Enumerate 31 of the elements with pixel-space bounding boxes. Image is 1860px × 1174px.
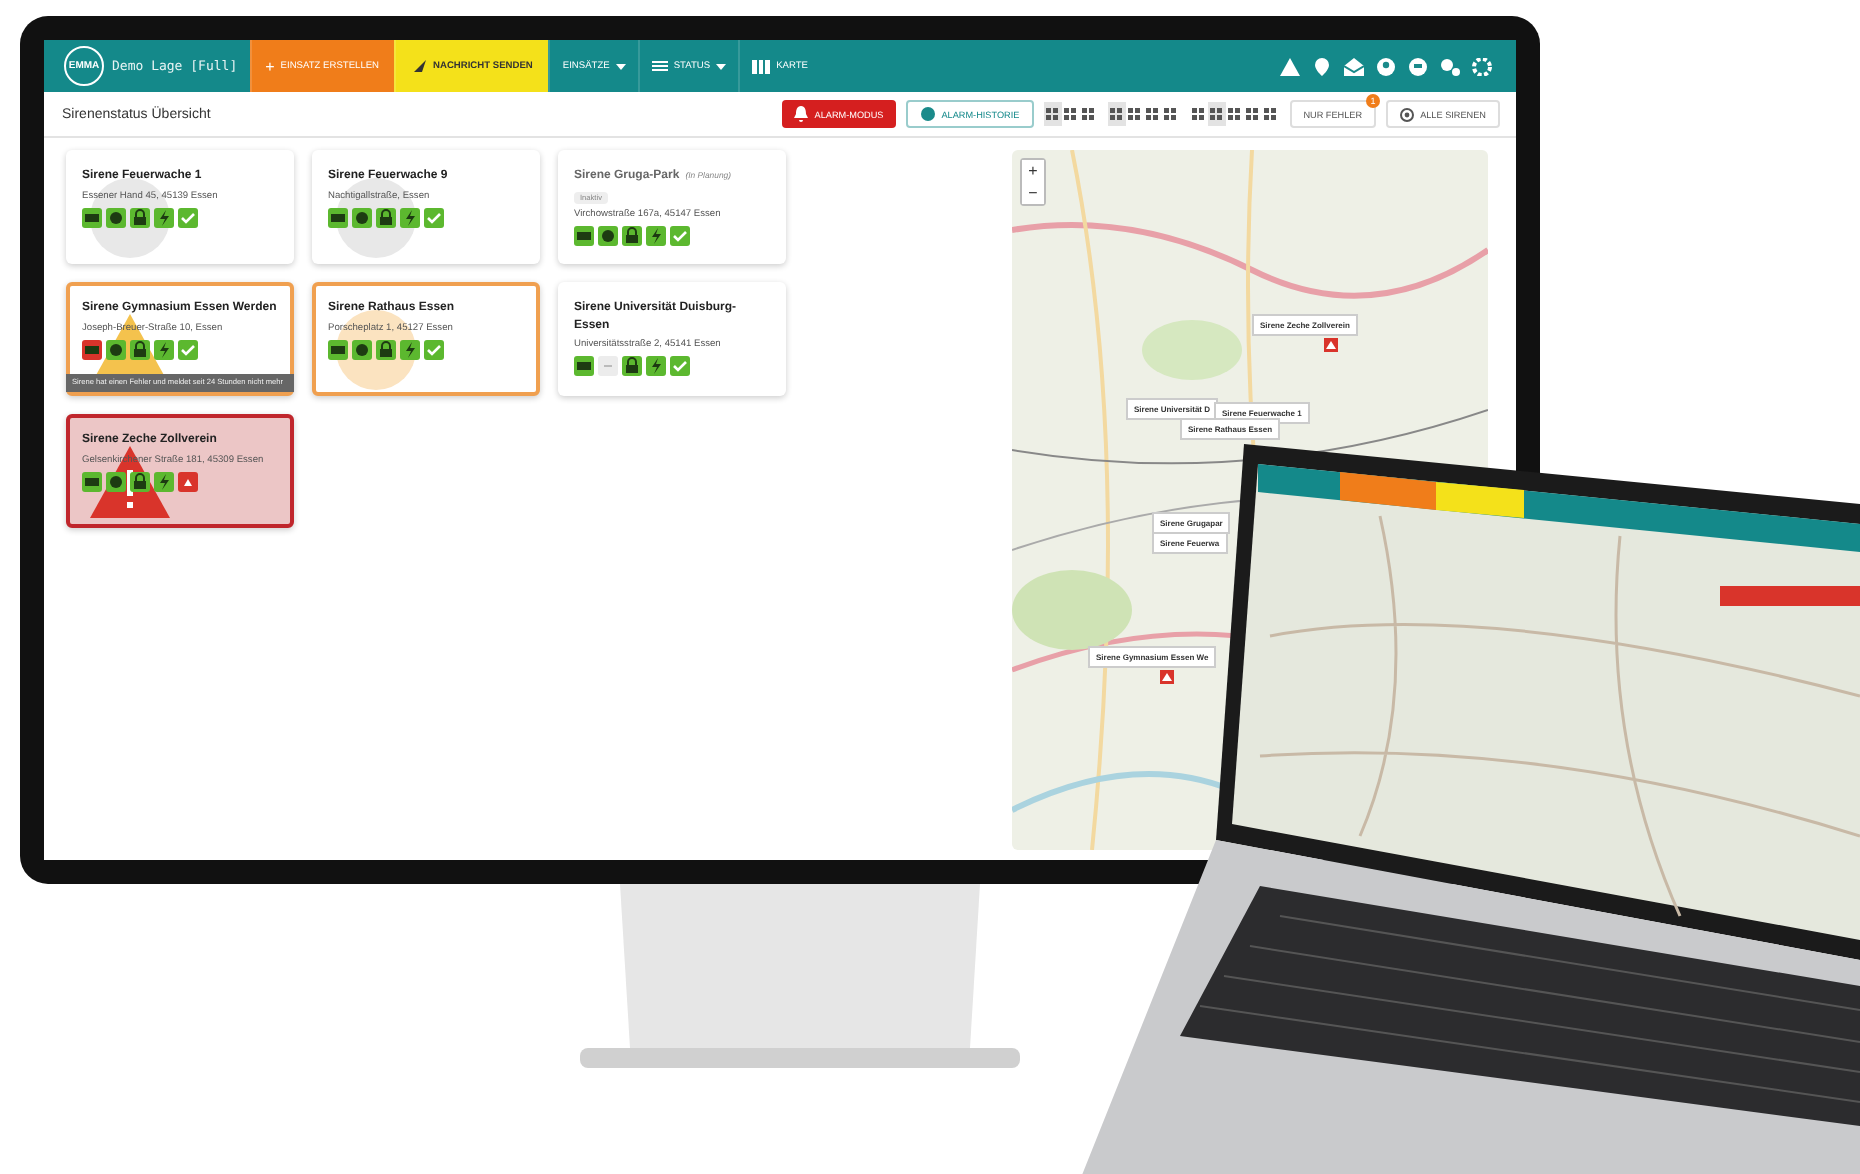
siren-marker-icon[interactable] xyxy=(1324,338,1338,352)
grid-icon xyxy=(1082,108,1095,120)
grid-icon xyxy=(1164,108,1177,120)
paper-plane-icon xyxy=(411,58,428,74)
settings-icon[interactable] xyxy=(1472,57,1492,75)
view-toggle[interactable] xyxy=(1107,102,1126,126)
bell-icon xyxy=(794,106,809,122)
grid-icon xyxy=(1210,108,1223,120)
grid-icon xyxy=(1228,108,1241,120)
grid-icon xyxy=(1110,108,1123,120)
grid-icon xyxy=(1128,108,1141,120)
view-toggle[interactable] xyxy=(1189,102,1208,126)
mail-icon[interactable] xyxy=(1344,57,1364,75)
list-icon xyxy=(651,60,668,72)
pin-icon[interactable] xyxy=(1312,57,1332,75)
user-icon[interactable] xyxy=(1376,57,1396,75)
grid-icon xyxy=(1064,108,1077,120)
caret-icon xyxy=(716,63,727,69)
grid-icon xyxy=(1046,108,1059,120)
plus-icon: + xyxy=(265,57,275,75)
grid-icon xyxy=(1146,108,1159,120)
user-circle-icon[interactable] xyxy=(1408,57,1428,75)
grid-icon xyxy=(1192,108,1205,120)
warning-icon[interactable] xyxy=(1280,57,1300,75)
siren-marker-icon[interactable] xyxy=(1160,670,1174,684)
caret-icon xyxy=(615,63,626,69)
target-icon xyxy=(1400,107,1415,121)
grid-icon xyxy=(1264,108,1277,120)
map-icon xyxy=(752,59,771,73)
view-toggle[interactable] xyxy=(1043,102,1062,126)
grid-icon xyxy=(1246,108,1259,120)
